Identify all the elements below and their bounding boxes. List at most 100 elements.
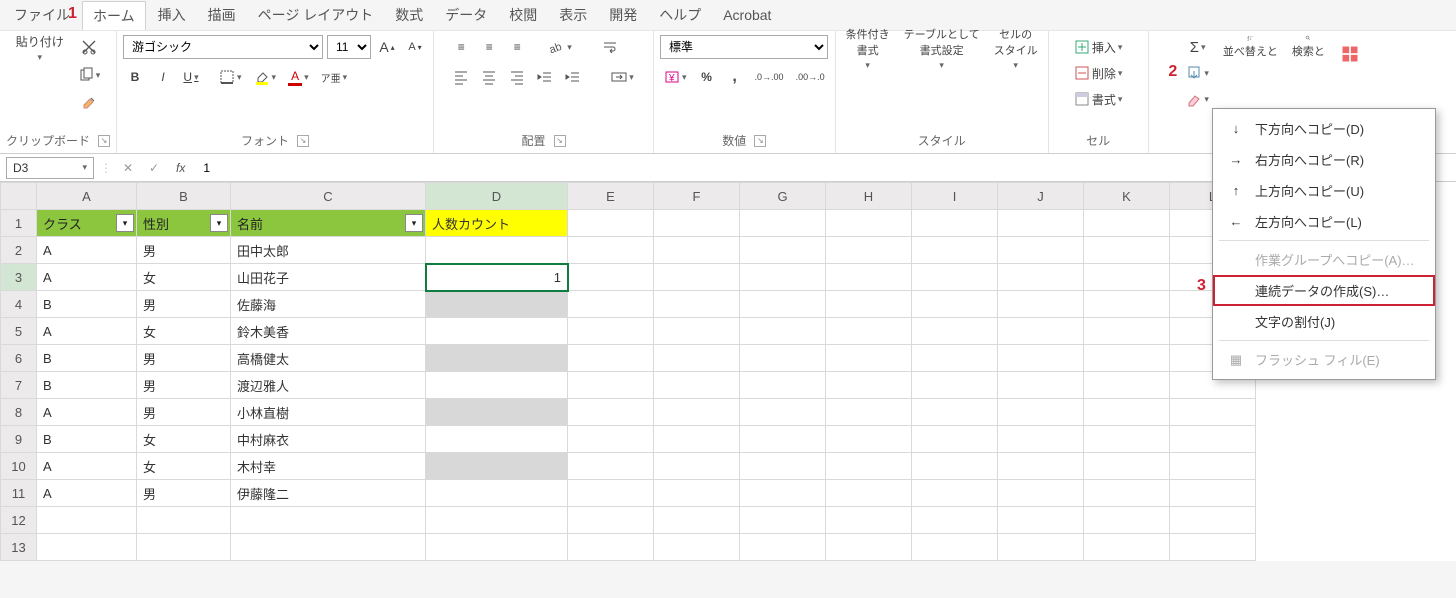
cell-C1[interactable]: 名前▾ [231, 210, 426, 237]
row-header-2[interactable]: 2 [1, 237, 37, 264]
fill-button[interactable]: ▾ [1182, 61, 1213, 85]
cut-button[interactable] [74, 35, 105, 59]
cell-E4[interactable] [568, 291, 654, 318]
tab-ページ レイアウト[interactable]: ページ レイアウト [248, 1, 384, 29]
cell-F11[interactable] [654, 480, 740, 507]
cell-C12[interactable] [231, 507, 426, 534]
tab-挿入[interactable]: 挿入 [148, 1, 196, 29]
cell-E11[interactable] [568, 480, 654, 507]
row-header-11[interactable]: 11 [1, 480, 37, 507]
cell-G6[interactable] [740, 345, 826, 372]
cell-F6[interactable] [654, 345, 740, 372]
cell-J7[interactable] [998, 372, 1084, 399]
row-header-3[interactable]: 3 [1, 264, 37, 291]
cell-J3[interactable] [998, 264, 1084, 291]
cell-G8[interactable] [740, 399, 826, 426]
cell-C13[interactable] [231, 534, 426, 561]
cell-C6[interactable]: 高橋健太 [231, 345, 426, 372]
cell-H2[interactable] [826, 237, 912, 264]
align-right-button[interactable] [505, 65, 529, 89]
cell-E9[interactable] [568, 426, 654, 453]
cell-C4[interactable]: 佐藤海 [231, 291, 426, 318]
cell-K4[interactable] [1084, 291, 1170, 318]
cell-F2[interactable] [654, 237, 740, 264]
cell-D2[interactable] [426, 237, 568, 264]
cell-E2[interactable] [568, 237, 654, 264]
name-box[interactable]: D3▾ [6, 157, 94, 179]
tab-表示[interactable]: 表示 [549, 1, 597, 29]
cell-A8[interactable]: A [37, 399, 137, 426]
conditional-format-button[interactable]: 条件付き 書式▾ [842, 35, 894, 59]
cell-L13[interactable] [1170, 534, 1256, 561]
cell-F7[interactable] [654, 372, 740, 399]
fx-icon[interactable]: fx [170, 161, 191, 175]
find-select-button[interactable]: 検索と [1288, 35, 1329, 59]
tab-描画[interactable]: 描画 [198, 1, 246, 29]
cell-F8[interactable] [654, 399, 740, 426]
cell-F3[interactable] [654, 264, 740, 291]
clear-button[interactable]: ▾ [1182, 87, 1213, 111]
cell-I12[interactable] [912, 507, 998, 534]
cell-A10[interactable]: A [37, 453, 137, 480]
sort-filter-button[interactable]: AZ 並べ替えと [1219, 35, 1282, 59]
cell-J12[interactable] [998, 507, 1084, 534]
decrease-indent-button[interactable] [533, 65, 557, 89]
cell-C11[interactable]: 伊藤隆二 [231, 480, 426, 507]
decrease-font-button[interactable]: A▾ [403, 35, 427, 59]
select-all-corner[interactable] [1, 183, 37, 210]
number-format-select[interactable]: 標準 [660, 35, 828, 59]
cell-J10[interactable] [998, 453, 1084, 480]
cell-I13[interactable] [912, 534, 998, 561]
menu-fill-up[interactable]: ↑上方向へコピー(U) [1213, 175, 1435, 206]
cell-C7[interactable]: 渡辺雅人 [231, 372, 426, 399]
cell-K1[interactable] [1084, 210, 1170, 237]
cell-E13[interactable] [568, 534, 654, 561]
cell-A6[interactable]: B [37, 345, 137, 372]
cell-K6[interactable] [1084, 345, 1170, 372]
increase-decimal-button[interactable]: .0→.00 [751, 65, 788, 89]
col-header-A[interactable]: A [37, 183, 137, 210]
cell-I8[interactable] [912, 399, 998, 426]
cell-D8[interactable] [426, 399, 568, 426]
wrap-text-button[interactable] [598, 35, 622, 59]
cell-A12[interactable] [37, 507, 137, 534]
font-color-button[interactable]: A▾ [284, 65, 313, 89]
cell-B6[interactable]: 男 [137, 345, 231, 372]
tab-データ[interactable]: データ [435, 1, 497, 29]
cell-I6[interactable] [912, 345, 998, 372]
italic-button[interactable]: I [151, 65, 175, 89]
cell-E6[interactable] [568, 345, 654, 372]
col-header-B[interactable]: B [137, 183, 231, 210]
align-left-button[interactable] [449, 65, 473, 89]
col-header-E[interactable]: E [568, 183, 654, 210]
menu-justify[interactable]: 文字の割付(J) [1213, 306, 1435, 337]
cell-H10[interactable] [826, 453, 912, 480]
cell-L10[interactable] [1170, 453, 1256, 480]
row-header-1[interactable]: 1 [1, 210, 37, 237]
comma-button[interactable]: , [723, 65, 747, 89]
fill-color-button[interactable]: ▾ [250, 65, 281, 89]
cell-H5[interactable] [826, 318, 912, 345]
cell-H9[interactable] [826, 426, 912, 453]
cell-G4[interactable] [740, 291, 826, 318]
cell-K7[interactable] [1084, 372, 1170, 399]
cell-I5[interactable] [912, 318, 998, 345]
font-dialog-launcher[interactable]: ↘ [297, 135, 309, 147]
cell-A13[interactable] [37, 534, 137, 561]
cell-A2[interactable]: A [37, 237, 137, 264]
cell-J13[interactable] [998, 534, 1084, 561]
cell-H1[interactable] [826, 210, 912, 237]
menu-fill-left[interactable]: ←左方向へコピー(L) [1213, 206, 1435, 237]
cell-F5[interactable] [654, 318, 740, 345]
cell-F9[interactable] [654, 426, 740, 453]
row-header-13[interactable]: 13 [1, 534, 37, 561]
bold-button[interactable]: B [123, 65, 147, 89]
align-middle-button[interactable]: ≡ [477, 35, 501, 59]
tab-校閲[interactable]: 校閲 [499, 1, 547, 29]
cell-styles-button[interactable]: セルの スタイル▾ [990, 35, 1042, 59]
cell-J4[interactable] [998, 291, 1084, 318]
align-center-button[interactable] [477, 65, 501, 89]
filter-dropdown-B[interactable]: ▾ [210, 214, 228, 232]
cell-H12[interactable] [826, 507, 912, 534]
cell-G10[interactable] [740, 453, 826, 480]
